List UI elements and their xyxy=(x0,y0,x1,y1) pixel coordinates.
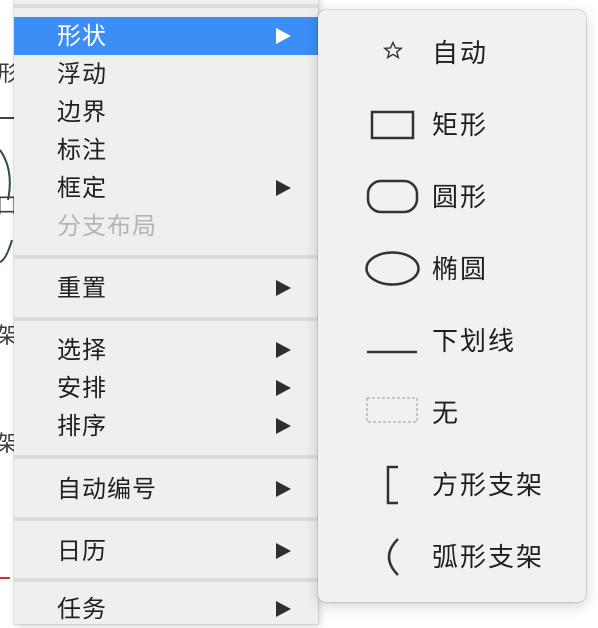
underline-icon xyxy=(367,350,417,354)
rounded-rectangle-icon xyxy=(366,179,419,214)
submenu-arrow-icon xyxy=(276,280,291,296)
arc-bracket-icon xyxy=(387,538,399,576)
menu-item-label: 任务 xyxy=(57,595,107,623)
submenu-item-auto[interactable]: 自动 xyxy=(318,17,586,89)
menu-item-label: 排序 xyxy=(57,412,107,440)
menu-item-label: 浮动 xyxy=(57,60,107,88)
menu-separator xyxy=(14,578,318,582)
submenu-item-ellipse[interactable]: 椭圆 xyxy=(318,233,586,305)
menu-item-branch-layout: 分支布局 xyxy=(14,207,318,245)
submenu-arrow-icon xyxy=(276,418,291,434)
menu-item-label: 标注 xyxy=(57,136,107,164)
submenu-item-label: 自动 xyxy=(432,39,489,69)
menu-item-auto-numbering[interactable]: 自动编号 xyxy=(14,470,318,508)
submenu-item-square-bracket[interactable]: 方形支架 xyxy=(318,449,586,521)
submenu-arrow-icon xyxy=(276,342,291,358)
menu-item-label: 形状 xyxy=(57,22,107,50)
submenu-item-none[interactable]: 无 xyxy=(318,377,586,449)
menu-item-select[interactable]: 选择 xyxy=(14,331,318,369)
rectangle-icon xyxy=(370,110,415,140)
submenu-item-label: 下划线 xyxy=(432,327,517,357)
menu-item-reset[interactable]: 重置 xyxy=(14,269,318,307)
submenu-arrow-icon xyxy=(276,543,291,559)
menu-separator xyxy=(14,255,318,259)
submenu-item-label: 弧形支架 xyxy=(432,543,545,573)
menu-item-label: 自动编号 xyxy=(57,475,157,503)
background-curve xyxy=(0,149,13,263)
menu-item-sort[interactable]: 排序 xyxy=(14,407,318,445)
submenu-item-label: 椭圆 xyxy=(432,255,489,285)
submenu-arrow-icon xyxy=(276,28,291,44)
ellipse-icon xyxy=(365,251,420,286)
submenu-arrow-icon xyxy=(276,180,291,196)
submenu-item-rounded[interactable]: 圆形 xyxy=(318,161,586,233)
square-bracket-icon xyxy=(386,465,398,505)
submenu-arrow-icon xyxy=(276,481,291,497)
submenu-arrow-icon xyxy=(276,380,291,396)
submenu-item-label: 无 xyxy=(432,399,461,429)
submenu-item-underline[interactable]: 下划线 xyxy=(318,305,586,377)
menu-item-arrange[interactable]: 安排 xyxy=(14,369,318,407)
menu-item-label: 重置 xyxy=(57,274,107,302)
none-dashed-icon xyxy=(366,397,418,423)
menu-item-calendar[interactable]: 日历 xyxy=(14,532,318,570)
menu-item-label: 选择 xyxy=(57,336,107,364)
menu-item-label: 分支布局 xyxy=(57,212,157,240)
submenu-arrow-icon xyxy=(276,601,291,617)
submenu-item-label: 方形支架 xyxy=(432,471,545,501)
star-icon xyxy=(382,40,404,59)
menu-item-frame[interactable]: 框定 xyxy=(14,169,318,207)
shape-submenu: 自动 矩形 圆形 椭圆 下划线 无 方形支架 弧形支架 xyxy=(318,10,586,602)
menu-item-shape[interactable]: 形状 xyxy=(14,17,318,55)
menu-item-label: 日历 xyxy=(57,537,107,565)
submenu-item-rectangle[interactable]: 矩形 xyxy=(318,89,586,161)
menu-separator xyxy=(14,317,318,321)
submenu-item-label: 矩形 xyxy=(432,111,489,141)
submenu-item-arc-bracket[interactable]: 弧形支架 xyxy=(318,521,586,593)
menu-item-label: 框定 xyxy=(57,174,107,202)
menu-item-task[interactable]: 任务 xyxy=(14,590,318,628)
context-menu: 形状 浮动 边界 标注 框定 分支布局 重置 选择 安排 排序 自动编号 日历 … xyxy=(14,0,318,624)
menu-separator xyxy=(14,455,318,459)
menu-item-label: 边界 xyxy=(57,98,107,126)
menu-item-callout[interactable]: 标注 xyxy=(14,131,318,169)
menu-separator xyxy=(14,4,318,8)
submenu-item-label: 圆形 xyxy=(432,183,489,213)
menu-separator xyxy=(14,517,318,521)
menu-item-label: 安排 xyxy=(57,374,107,402)
menu-item-floating[interactable]: 浮动 xyxy=(14,55,318,93)
menu-item-boundary[interactable]: 边界 xyxy=(14,93,318,131)
